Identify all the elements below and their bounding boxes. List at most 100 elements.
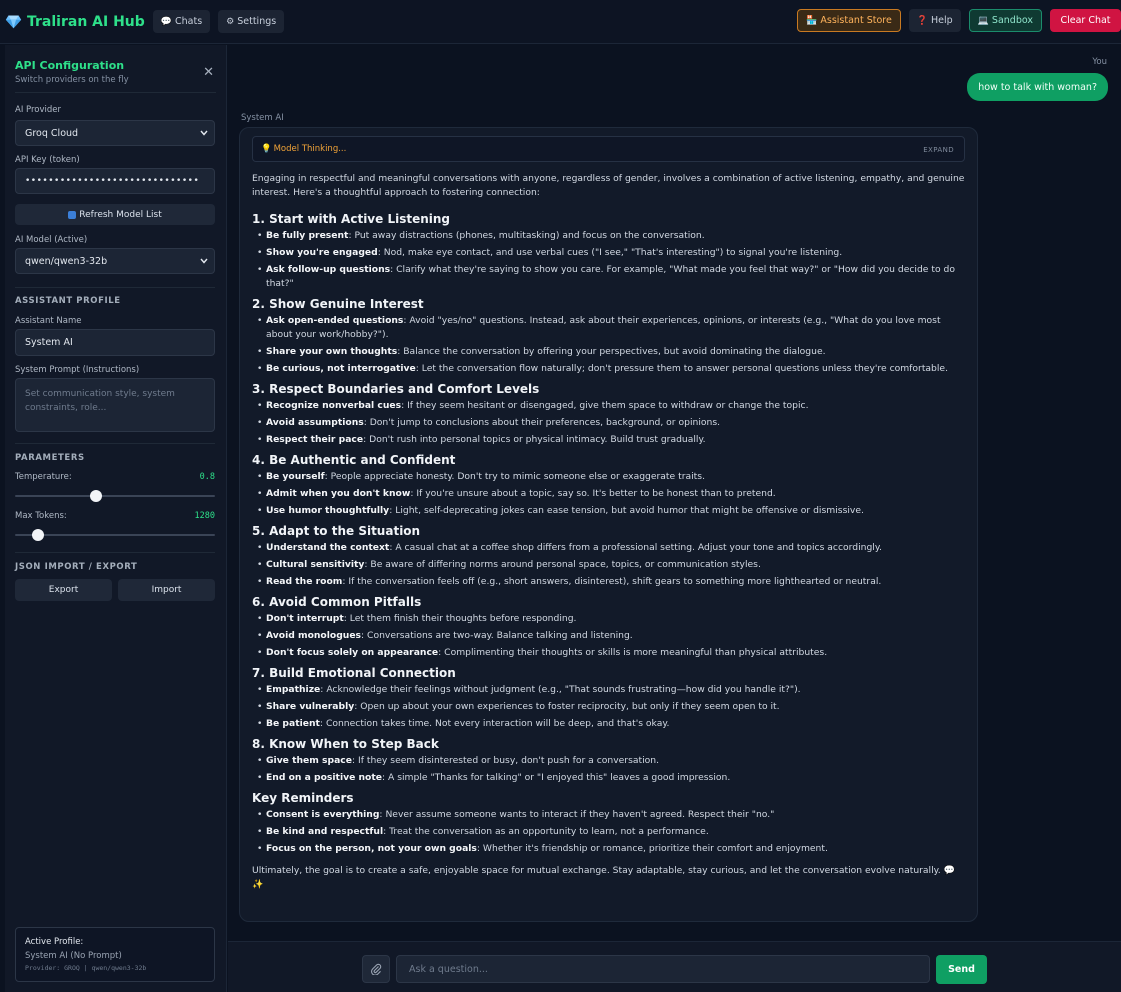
model-select[interactable]: qwen/qwen3-32b — [15, 248, 215, 274]
section-heading: 5. Adapt to the Situation — [252, 524, 421, 538]
list-item-text: : Nod, make eye contact, and use verbal … — [377, 247, 843, 258]
list-item: Be kind and respectful: Treat the conver… — [252, 825, 965, 839]
section-heading: 7. Build Emotional Connection — [252, 666, 456, 680]
section-list: Consent is everything: Never assume some… — [252, 808, 965, 856]
list-item: Give them space: If they seem disinteres… — [252, 754, 965, 768]
list-item: Don't focus solely on appearance: Compli… — [252, 646, 965, 660]
list-item: Focus on the person, not your own goals:… — [252, 842, 965, 856]
section-list: Be fully present: Put away distractions … — [252, 229, 965, 291]
brand[interactable]: Traliran AI Hub — [5, 13, 145, 30]
system-prompt-textarea[interactable]: Set communication style, system constrai… — [15, 378, 215, 432]
thinking-label: 💡 Model Thinking... — [261, 144, 346, 154]
ask-input[interactable]: Ask a question... — [396, 955, 930, 983]
refresh-model-list-label: Refresh Model List — [79, 209, 162, 220]
max-tokens-slider[interactable] — [15, 529, 215, 541]
list-item: Ask follow-up questions: Clarify what th… — [252, 263, 965, 291]
section-heading: 4. Be Authentic and Confident — [252, 453, 456, 467]
provider-select[interactable]: Groq Cloud — [15, 120, 215, 146]
list-item: Understand the context: A casual chat at… — [252, 541, 965, 555]
list-item-term: Understand the context — [266, 542, 390, 553]
section-heading: 1. Start with Active Listening — [252, 212, 451, 226]
answer-outro: Ultimately, the goal is to create a safe… — [252, 865, 956, 890]
section-heading: 2. Show Genuine Interest — [252, 297, 424, 311]
list-item-term: Be patient — [266, 718, 320, 729]
user-message: how to talk with woman? — [967, 73, 1108, 101]
list-item-term: Give them space — [266, 755, 352, 766]
slider-thumb[interactable] — [31, 529, 44, 541]
list-item-term: Avoid assumptions — [266, 417, 364, 428]
list-item-term: Use humor thoughtfully — [266, 505, 390, 516]
list-item: Admit when you don't know: If you're uns… — [252, 487, 965, 501]
list-item: Use humor thoughtfully: Light, self-depr… — [252, 504, 965, 518]
assistant-message: 💡 Model Thinking... EXPAND Engaging in re… — [239, 127, 978, 922]
list-item-term: Empathize — [266, 684, 321, 695]
active-profile-provider: Provider: GROQ | qwen/qwen3-32b — [25, 964, 147, 972]
send-button[interactable]: Send — [936, 955, 987, 984]
temperature-slider[interactable] — [15, 490, 215, 502]
slider-track — [15, 495, 215, 497]
list-item-text: : Put away distractions (phones, multita… — [348, 230, 705, 241]
list-item-text: : Let the conversation flow naturally; d… — [415, 363, 949, 374]
list-item-text: : If the conversation feels off (e.g., s… — [342, 576, 882, 587]
nav-chats-label: Chats — [175, 16, 203, 27]
list-item-text: : Don't rush into personal topics or phy… — [363, 434, 706, 445]
section-heading: 8. Know When to Step Back — [252, 737, 439, 751]
nav-chats-button[interactable]: 💬 Chats — [152, 10, 211, 33]
expand-button[interactable]: EXPAND — [923, 146, 954, 154]
section-list: Don't interrupt: Let them finish their t… — [252, 612, 965, 660]
refresh-model-list-button[interactable]: Refresh Model List — [15, 204, 215, 225]
export-button[interactable]: Export — [15, 579, 112, 601]
active-profile-card: Active Profile: System AI (No Prompt) Pr… — [15, 927, 215, 982]
answer-body: Engaging in respectful and meaningful co… — [252, 172, 965, 892]
list-item-text: : Don't jump to conclusions about their … — [363, 417, 721, 428]
list-item-term: Don't focus solely on appearance — [266, 647, 439, 658]
list-item-term: Be curious, not interrogative — [266, 363, 416, 374]
apikey-value: •••••••••••••••••••••••••••••• — [25, 176, 200, 186]
list-item-text: : Light, self-deprecating jokes can ease… — [389, 505, 864, 516]
section-list: Understand the context: A casual chat at… — [252, 541, 965, 589]
section-list: Empathize: Acknowledge their feelings wi… — [252, 683, 965, 731]
list-item: Cultural sensitivity: Be aware of differ… — [252, 558, 965, 572]
temperature-value: 0.8 — [199, 472, 215, 482]
list-item-text: : Open up about your own experiences to … — [354, 701, 780, 712]
apikey-input[interactable]: •••••••••••••••••••••••••••••• — [15, 168, 215, 194]
divider — [15, 552, 215, 553]
clear-chat-button[interactable]: Clear Chat — [1050, 9, 1121, 32]
assistant-store-button[interactable]: 🏪 Assistant Store — [797, 9, 901, 32]
nav-settings-button[interactable]: ⚙ Settings — [218, 10, 285, 33]
list-item: Recognize nonverbal cues: If they seem h… — [252, 399, 965, 413]
apikey-label: API Key (token) — [15, 155, 80, 165]
slider-thumb[interactable] — [90, 490, 103, 502]
chat-area: You how to talk with woman? System AI 💡 M… — [228, 45, 1121, 941]
diamond-icon — [5, 15, 22, 29]
sidebar: API Configuration Switch providers on th… — [5, 45, 227, 992]
close-icon[interactable]: ✕ — [203, 65, 214, 80]
list-item-text: : If you're unsure about a topic, say so… — [410, 488, 776, 499]
list-item: Share your own thoughts: Balance the con… — [252, 345, 965, 359]
temperature-label: Temperature: — [15, 472, 72, 482]
sandbox-button[interactable]: 💻 Sandbox — [968, 9, 1042, 32]
list-item: Ask open-ended questions: Avoid "yes/no"… — [252, 314, 965, 342]
help-button[interactable]: ❓ Help — [908, 9, 961, 32]
sidebar-title: API Configuration — [15, 59, 125, 72]
composer: Ask a question... Send — [228, 941, 1121, 992]
list-item: Consent is everything: Never assume some… — [252, 808, 965, 822]
assistant-name-input[interactable]: System AI — [15, 329, 215, 356]
max-tokens-label: Max Tokens: — [15, 511, 67, 521]
parameters-heading: PARAMETERS — [15, 453, 85, 463]
attach-button[interactable] — [362, 955, 390, 983]
section-heading: 6. Avoid Common Pitfalls — [252, 595, 422, 609]
max-tokens-row: Max Tokens: 1280 — [15, 511, 215, 526]
thinking-panel[interactable]: 💡 Model Thinking... EXPAND — [252, 136, 965, 162]
list-item-text: : Balance the conversation by offering y… — [397, 346, 826, 357]
list-item-term: Be kind and respectful — [266, 826, 384, 837]
assistant-label: System AI — [241, 113, 284, 123]
list-item: Show you're engaged: Nod, make eye conta… — [252, 246, 965, 260]
nav-settings-label: Settings — [237, 16, 277, 27]
paperclip-icon — [371, 963, 382, 975]
sandbox-label: Sandbox — [991, 15, 1033, 26]
import-button[interactable]: Import — [118, 579, 215, 601]
model-value: qwen/qwen3-32b — [25, 255, 108, 267]
system-prompt-label: System Prompt (Instructions) — [15, 365, 140, 375]
list-item: Don't interrupt: Let them finish their t… — [252, 612, 965, 626]
